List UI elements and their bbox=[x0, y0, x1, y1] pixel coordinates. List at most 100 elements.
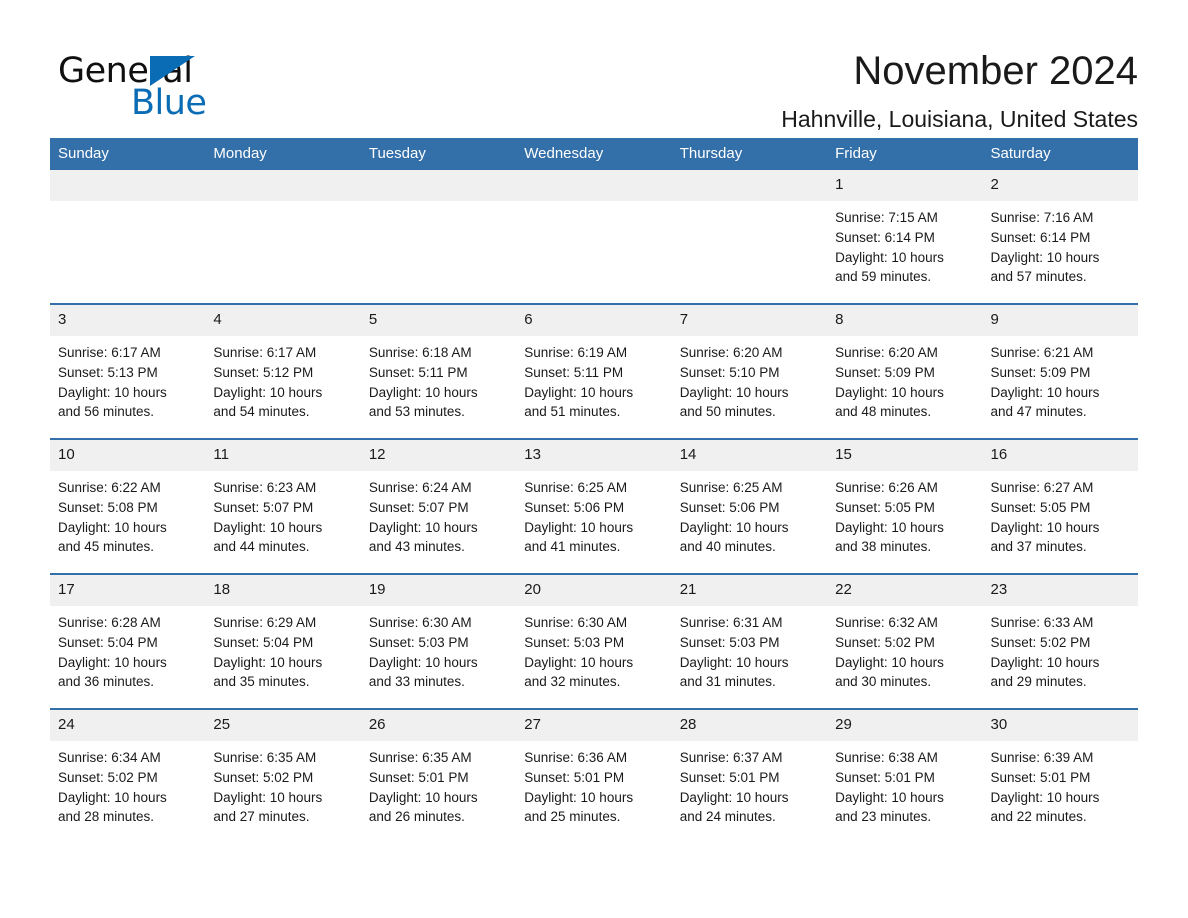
calendar-day-cell[interactable]: 18 Sunrise: 6:29 AM Sunset: 5:04 PM Dayligh… bbox=[205, 573, 361, 709]
sunset-text: Sunset: 5:09 PM bbox=[835, 364, 935, 380]
day-details: Sunrise: 7:15 AM Sunset: 6:14 PM Daylight:… bbox=[827, 201, 982, 287]
day-details: Sunrise: 6:25 AM Sunset: 5:06 PM Daylight:… bbox=[672, 471, 827, 557]
sunrise-text bbox=[524, 208, 661, 228]
calendar-day-cell[interactable]: 14 Sunrise: 6:25 AM Sunset: 5:06 PM Dayligh… bbox=[671, 438, 828, 574]
calendar-day-cell[interactable]: 19 Sunrise: 6:30 AM Sunset: 5:03 PM Dayligh… bbox=[360, 573, 517, 709]
sunset-text: Sunset: 5:09 PM bbox=[990, 364, 1091, 380]
sunset-text: Sunset: 5:01 PM bbox=[835, 769, 935, 785]
day-number bbox=[50, 170, 206, 201]
day-details bbox=[672, 201, 827, 287]
calendar-day-cell[interactable]: 21 Sunrise: 6:31 AM Sunset: 5:03 PM Dayligh… bbox=[671, 573, 828, 709]
calendar-day-cell[interactable]: 7 Sunrise: 6:20 AM Sunset: 5:10 PM Daylight… bbox=[671, 303, 828, 439]
day-details: Sunrise: 6:34 AM Sunset: 5:02 PM Daylight:… bbox=[50, 741, 205, 827]
sunset-text: Sunset: 5:11 PM bbox=[524, 364, 624, 380]
sunset-text: Sunset: 5:01 PM bbox=[679, 769, 780, 785]
sunrise-text: Sunrise: 6:33 AM bbox=[990, 615, 1094, 630]
sunset-text: Sunset: 5:03 PM bbox=[368, 634, 469, 650]
calendar-day-cell[interactable]: 23 Sunrise: 6:33 AM Sunset: 5:02 PM Dayligh… bbox=[982, 573, 1138, 709]
day-details bbox=[516, 201, 671, 287]
day-details: Sunrise: 6:17 AM Sunset: 5:12 PM Daylight:… bbox=[205, 336, 360, 422]
day-number bbox=[516, 170, 672, 201]
day-details bbox=[361, 201, 516, 287]
calendar-week-row: 3 Sunrise: 6:17 AM Sunset: 5:13 PM Daylight… bbox=[50, 303, 1138, 439]
calendar-day-cell[interactable]: 29 Sunrise: 6:38 AM Sunset: 5:01 PM Dayligh… bbox=[827, 708, 983, 843]
sunset-text bbox=[213, 228, 350, 248]
calendar-day-cell[interactable]: 5 Sunrise: 6:18 AM Sunset: 5:11 PM Daylight… bbox=[360, 303, 517, 439]
calendar-body: 1 Sunrise: 7:15 AM Sunset: 6:14 PM Daylight… bbox=[50, 170, 1138, 843]
sunrise-text: Sunrise: 6:37 AM bbox=[679, 750, 783, 765]
day-details bbox=[205, 201, 360, 287]
sunset-text: Sunset: 5:02 PM bbox=[835, 634, 935, 650]
calendar-day-cell[interactable]: 30 Sunrise: 6:39 AM Sunset: 5:01 PM Dayligh… bbox=[982, 708, 1138, 843]
calendar-day-cell[interactable]: 26 Sunrise: 6:35 AM Sunset: 5:01 PM Dayligh… bbox=[360, 708, 517, 843]
calendar-day-cell[interactable]: 12 Sunrise: 6:24 AM Sunset: 5:07 PM Dayligh… bbox=[360, 438, 517, 574]
weekday-header-saturday: Saturday bbox=[982, 138, 1138, 170]
sunrise-text: Sunrise: 6:29 AM bbox=[213, 615, 317, 630]
calendar-day-cell[interactable]: 11 Sunrise: 6:23 AM Sunset: 5:07 PM Dayligh… bbox=[205, 438, 361, 574]
weekday-header-thursday: Thursday bbox=[671, 138, 828, 170]
calendar-day-cell[interactable]: 16 Sunrise: 6:27 AM Sunset: 5:05 PM Dayligh… bbox=[982, 438, 1138, 574]
day-details: Sunrise: 6:24 AM Sunset: 5:07 PM Daylight:… bbox=[361, 471, 516, 557]
daylight-text: and 23 minutes. bbox=[835, 809, 932, 825]
daylight-text bbox=[213, 267, 350, 287]
sunrise-text: Sunrise: 6:24 AM bbox=[368, 480, 472, 495]
day-details: Sunrise: 6:28 AM Sunset: 5:04 PM Daylight:… bbox=[50, 606, 205, 692]
day-details: Sunrise: 6:26 AM Sunset: 5:05 PM Daylight:… bbox=[827, 471, 982, 557]
calendar-day-cell[interactable]: 27 Sunrise: 6:36 AM Sunset: 5:01 PM Dayligh… bbox=[516, 708, 672, 843]
calendar-day-cell[interactable]: 2 Sunrise: 7:16 AM Sunset: 6:14 PM Daylight… bbox=[982, 170, 1138, 304]
day-details: Sunrise: 6:22 AM Sunset: 5:08 PM Daylight:… bbox=[50, 471, 205, 557]
daylight-text: Daylight: 10 hours bbox=[835, 654, 944, 670]
sunrise-text: Sunrise: 6:18 AM bbox=[368, 345, 472, 360]
calendar-day-cell[interactable]: 3 Sunrise: 6:17 AM Sunset: 5:13 PM Daylight… bbox=[50, 303, 206, 439]
daylight-text: and 33 minutes. bbox=[368, 674, 465, 690]
daylight-text: Daylight: 10 hours bbox=[58, 519, 167, 535]
calendar-day-cell[interactable]: 6 Sunrise: 6:19 AM Sunset: 5:11 PM Daylight… bbox=[516, 303, 672, 439]
calendar-day-cell[interactable]: 24 Sunrise: 6:34 AM Sunset: 5:02 PM Dayligh… bbox=[50, 708, 206, 843]
day-number: 22 bbox=[827, 575, 983, 606]
sunrise-text: Sunrise: 6:35 AM bbox=[213, 750, 317, 765]
calendar-day-cell[interactable]: 15 Sunrise: 6:26 AM Sunset: 5:05 PM Dayligh… bbox=[827, 438, 983, 574]
calendar-day-cell[interactable]: 13 Sunrise: 6:25 AM Sunset: 5:06 PM Dayligh… bbox=[516, 438, 672, 574]
daylight-text: and 43 minutes. bbox=[368, 539, 465, 555]
day-number: 19 bbox=[360, 575, 517, 606]
calendar-day-cell[interactable]: 10 Sunrise: 6:22 AM Sunset: 5:08 PM Dayligh… bbox=[50, 438, 206, 574]
calendar-day-cell[interactable]: 4 Sunrise: 6:17 AM Sunset: 5:12 PM Daylight… bbox=[205, 303, 361, 439]
calendar-day-cell[interactable]: 28 Sunrise: 6:37 AM Sunset: 5:01 PM Dayligh… bbox=[671, 708, 828, 843]
sunset-text: Sunset: 6:14 PM bbox=[835, 229, 935, 245]
sunrise-text: Sunrise: 7:15 AM bbox=[835, 210, 938, 225]
calendar-day-cell[interactable]: 8 Sunrise: 6:20 AM Sunset: 5:09 PM Daylight… bbox=[827, 303, 983, 439]
calendar-day-cell[interactable]: 17 Sunrise: 6:28 AM Sunset: 5:04 PM Dayligh… bbox=[50, 573, 206, 709]
calendar-page: General Blue November 2024 Hahnville, Lo… bbox=[0, 0, 1188, 918]
day-number: 1 bbox=[827, 170, 983, 201]
sunset-text: Sunset: 5:02 PM bbox=[990, 634, 1091, 650]
calendar-day-cell[interactable]: 9 Sunrise: 6:21 AM Sunset: 5:09 PM Daylight… bbox=[982, 303, 1138, 439]
daylight-text: and 36 minutes. bbox=[58, 674, 155, 690]
daylight-text: and 32 minutes. bbox=[524, 674, 621, 690]
daylight-text: Daylight: 10 hours bbox=[990, 384, 1100, 400]
day-number: 8 bbox=[827, 305, 983, 336]
sunset-text: Sunset: 5:08 PM bbox=[58, 499, 158, 515]
calendar-day-cell[interactable]: 25 Sunrise: 6:35 AM Sunset: 5:02 PM Dayligh… bbox=[205, 708, 361, 843]
day-details: Sunrise: 6:35 AM Sunset: 5:01 PM Daylight:… bbox=[361, 741, 516, 827]
day-details: Sunrise: 6:29 AM Sunset: 5:04 PM Daylight:… bbox=[205, 606, 360, 692]
daylight-text: Daylight: 10 hours bbox=[58, 384, 167, 400]
day-number: 18 bbox=[205, 575, 361, 606]
sunset-text: Sunset: 5:11 PM bbox=[368, 364, 468, 380]
day-number: 16 bbox=[982, 440, 1138, 471]
sunset-text: Sunset: 5:02 PM bbox=[213, 769, 314, 785]
sunrise-text: Sunrise: 6:20 AM bbox=[679, 345, 783, 360]
generalblue-logo[interactable]: General Blue bbox=[50, 46, 310, 122]
calendar-day-cell[interactable]: 20 Sunrise: 6:30 AM Sunset: 5:03 PM Dayligh… bbox=[516, 573, 672, 709]
daylight-text: and 59 minutes. bbox=[835, 269, 932, 285]
calendar-day-cell[interactable]: 22 Sunrise: 6:32 AM Sunset: 5:02 PM Dayligh… bbox=[827, 573, 983, 709]
daylight-text: Daylight: 10 hours bbox=[524, 384, 634, 400]
calendar-day-cell[interactable]: 1 Sunrise: 7:15 AM Sunset: 6:14 PM Daylight… bbox=[827, 170, 983, 304]
daylight-text: Daylight: 10 hours bbox=[213, 384, 323, 400]
day-details: Sunrise: 6:36 AM Sunset: 5:01 PM Daylight:… bbox=[516, 741, 671, 827]
sunset-text bbox=[524, 228, 661, 248]
daylight-text: and 37 minutes. bbox=[990, 539, 1087, 555]
day-number: 28 bbox=[671, 710, 828, 741]
day-number: 11 bbox=[205, 440, 361, 471]
day-number: 20 bbox=[516, 575, 672, 606]
day-details bbox=[50, 201, 205, 287]
